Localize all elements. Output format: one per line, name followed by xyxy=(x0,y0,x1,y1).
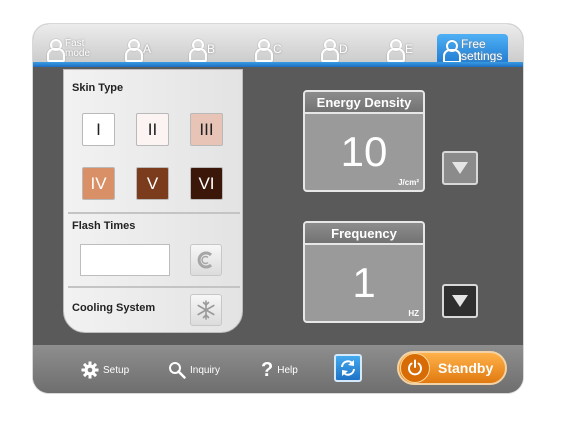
skin-type-2-button[interactable]: II xyxy=(136,113,169,146)
gear-icon xyxy=(81,361,99,379)
skin-type-4-button[interactable]: IV xyxy=(82,167,115,200)
energy-density-title: Energy Density xyxy=(305,92,423,114)
setup-label: Setup xyxy=(103,364,130,376)
device-screen: Fast mode A B C D E Free settings Skin T… xyxy=(33,24,523,393)
clear-count-button[interactable] xyxy=(190,244,222,276)
user-icon xyxy=(443,40,461,63)
help-label: Help xyxy=(277,364,298,376)
energy-density-value: 10 xyxy=(340,128,388,175)
energy-density-panel: Energy Density 10 J/cm² xyxy=(303,90,425,192)
skin-type-label: III xyxy=(199,119,214,139)
triangle-down-icon xyxy=(452,162,468,174)
tab-label: A xyxy=(143,42,152,56)
tab-a[interactable]: A xyxy=(125,36,151,62)
user-icon xyxy=(47,39,65,62)
divider xyxy=(68,286,240,288)
user-icon xyxy=(255,39,273,62)
tab-underline xyxy=(33,62,523,67)
skin-type-title: Skin Type xyxy=(72,82,124,94)
mode-tab-bar: Fast mode A B C D E Free settings xyxy=(33,24,523,67)
skin-type-6-button[interactable]: VI xyxy=(190,167,223,200)
skin-type-label: IV xyxy=(90,173,107,193)
tab-label: E xyxy=(405,42,414,56)
cooling-system-title: Cooling System xyxy=(72,302,156,314)
user-icon xyxy=(321,39,339,62)
user-icon xyxy=(189,39,207,62)
skin-type-5-button[interactable]: V xyxy=(136,167,169,200)
snowflake-icon xyxy=(197,300,215,320)
search-icon xyxy=(169,362,186,379)
tab-c[interactable]: C xyxy=(255,36,282,62)
tab-label: mode xyxy=(65,48,91,59)
flash-times-field xyxy=(80,244,170,276)
standby-label: Standby xyxy=(438,360,494,376)
tab-label: D xyxy=(339,42,348,56)
refresh-icon xyxy=(341,360,355,376)
frequency-value: 1 xyxy=(352,259,376,306)
energy-density-unit: J/cm² xyxy=(398,178,419,187)
user-icon xyxy=(387,39,405,62)
skin-type-label: VI xyxy=(198,173,215,193)
user-icon xyxy=(125,39,143,62)
triangle-down-icon xyxy=(452,295,468,307)
divider xyxy=(68,212,240,214)
refresh-button[interactable] xyxy=(334,354,362,382)
tab-fast-mode[interactable]: Fast mode xyxy=(47,36,90,62)
tab-label: C xyxy=(273,42,282,56)
skin-type-label: II xyxy=(147,119,158,139)
inquiry-button[interactable]: Inquiry xyxy=(168,357,220,383)
skin-type-label: V xyxy=(146,173,159,193)
energy-decrease-button[interactable] xyxy=(442,151,478,185)
frequency-title: Frequency xyxy=(305,223,423,245)
clear-icon xyxy=(197,251,213,269)
frequency-decrease-button[interactable] xyxy=(442,284,478,318)
bottom-bar: Setup Inquiry ? Help Standby xyxy=(33,345,523,393)
power-icon xyxy=(400,353,430,383)
tab-label: settings xyxy=(461,49,503,63)
help-button[interactable]: ? Help xyxy=(261,357,298,383)
inquiry-label: Inquiry xyxy=(190,364,221,376)
tab-b[interactable]: B xyxy=(189,36,215,62)
skin-panel: Skin Type I II III IV V VI Flash Times C… xyxy=(63,69,243,333)
tab-label: B xyxy=(207,42,216,56)
flash-times-title: Flash Times xyxy=(72,220,136,232)
cooling-toggle-button[interactable] xyxy=(190,294,222,326)
setup-button[interactable]: Setup xyxy=(81,357,129,383)
tab-d[interactable]: D xyxy=(321,36,348,62)
skin-type-1-button[interactable]: I xyxy=(82,113,115,146)
frequency-panel: Frequency 1 HZ xyxy=(303,221,425,323)
frequency-unit: HZ xyxy=(408,309,419,318)
skin-type-3-button[interactable]: III xyxy=(190,113,223,146)
skin-type-label: I xyxy=(96,119,101,139)
tab-e[interactable]: E xyxy=(387,36,413,62)
help-icon: ? xyxy=(261,358,274,381)
standby-button[interactable]: Standby xyxy=(397,351,507,385)
